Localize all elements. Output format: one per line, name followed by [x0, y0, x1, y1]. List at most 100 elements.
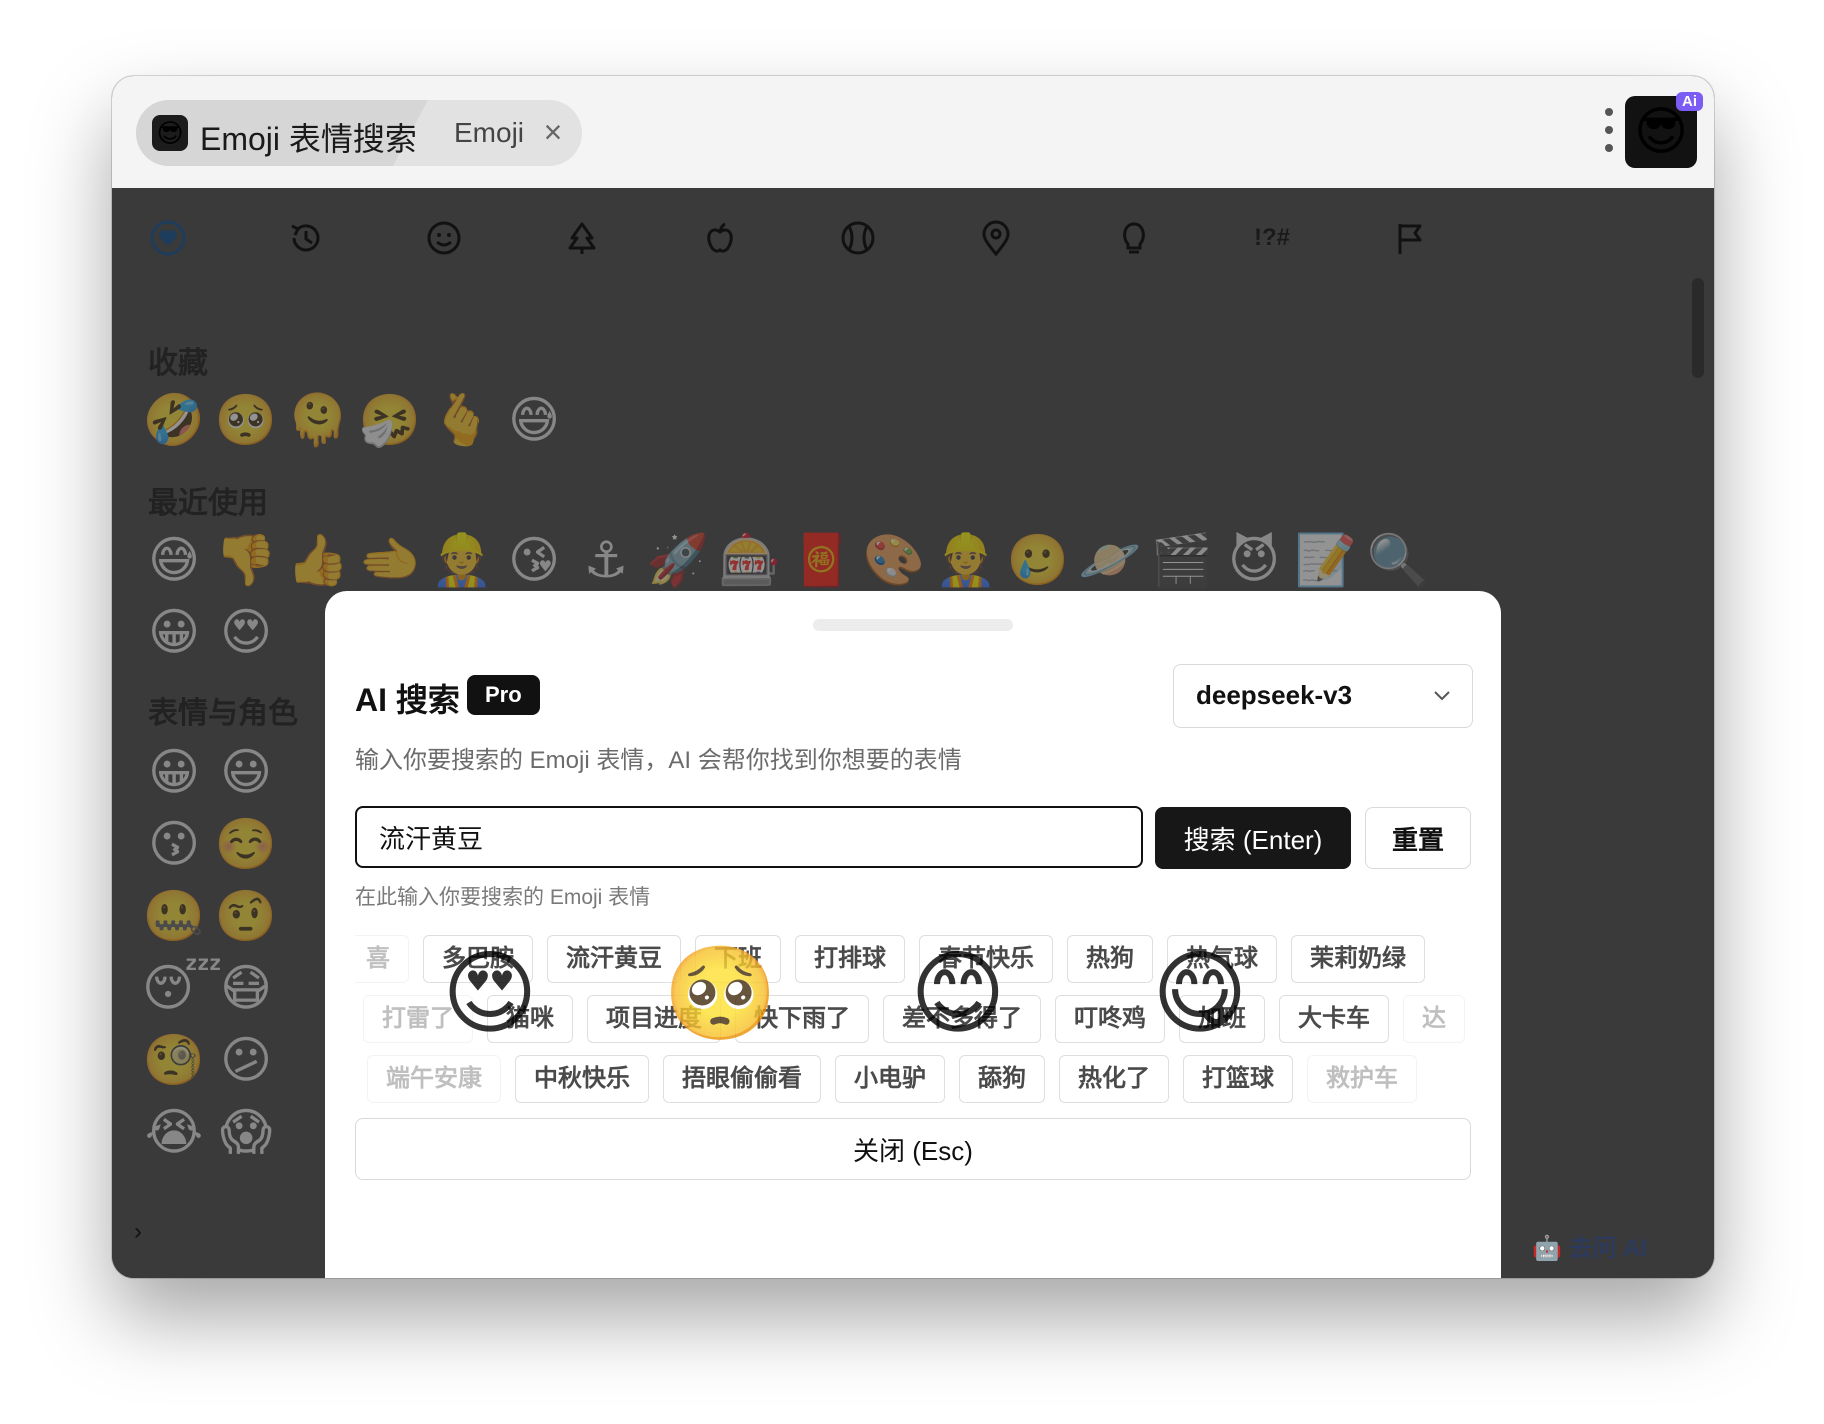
suggestion-tag[interactable]: 小电驴 — [835, 1055, 945, 1103]
floating-emoji: 😋 — [1152, 943, 1248, 1045]
smiley-emoji[interactable]: ☺️ — [214, 812, 278, 876]
app-icon: 😎 — [152, 115, 188, 151]
suggestion-tag[interactable]: 流汗黄豆 — [547, 935, 681, 983]
modal-description: 输入你要搜索的 Emoji 表情，AI 会帮你找到你想要的表情 — [355, 747, 962, 774]
drag-handle[interactable] — [813, 619, 1013, 631]
favorite-emoji[interactable]: 🤧 — [358, 388, 422, 452]
pin-icon[interactable] — [972, 214, 1020, 262]
reset-button[interactable]: 重置 — [1365, 807, 1471, 869]
favorite-emoji[interactable]: 🤣 — [142, 388, 206, 452]
symbols-icon[interactable]: !?# — [1248, 214, 1296, 262]
smiley-icon[interactable] — [420, 214, 468, 262]
ask-ai-label: 去问 AI — [1568, 1235, 1648, 1262]
apple-icon[interactable] — [696, 214, 744, 262]
category-bar: !?# — [112, 208, 1714, 268]
favorite-emoji[interactable]: 😅 — [502, 388, 566, 452]
ai-logo[interactable]: 😎 Ai — [1625, 92, 1703, 168]
favorite-emoji[interactable]: 🫰 — [430, 388, 494, 452]
suggestion-tag[interactable]: 热化了 — [1059, 1055, 1169, 1103]
suggestion-tag[interactable]: 喜 — [355, 935, 409, 983]
recent-emoji[interactable]: 🥲 — [1006, 528, 1070, 592]
more-options-icon[interactable] — [1602, 108, 1616, 152]
search-button[interactable]: 搜索 (Enter) — [1155, 807, 1351, 869]
recent-emoji[interactable]: 😀 — [142, 600, 206, 664]
flag-icon[interactable] — [1386, 214, 1434, 262]
chevron-right-icon[interactable]: › — [134, 1218, 142, 1246]
recent-emoji[interactable]: 😅 — [142, 528, 206, 592]
ask-ai-button[interactable]: 🤖 去问 AI — [1532, 1228, 1647, 1263]
section-smileys: 表情与角色 — [148, 697, 298, 730]
smiley-emoji[interactable]: 😭 — [142, 1100, 206, 1164]
tab-title[interactable]: Emoji 表情搜索 — [200, 114, 417, 160]
model-select-value: deepseek-v3 — [1196, 680, 1353, 710]
smiley-emoji[interactable]: 😱 — [214, 1100, 278, 1164]
smiley-emoji[interactable]: 🤨 — [214, 884, 278, 948]
smiley-emoji[interactable]: 😷 — [214, 956, 278, 1020]
app-window: 😎 Emoji 表情搜索 Emoji × 😎 Ai !?# 收藏 🤣 🥺 🫠 🤧… — [112, 76, 1714, 1278]
scrollbar[interactable] — [1692, 278, 1704, 378]
recent-emoji[interactable]: 😍 — [214, 600, 278, 664]
recent-emoji[interactable]: 🎨 — [862, 528, 926, 592]
close-button[interactable]: 关闭 (Esc) — [355, 1118, 1471, 1180]
chevron-down-icon — [1434, 691, 1450, 701]
title-bar: 😎 Emoji 表情搜索 Emoji × 😎 Ai — [112, 76, 1714, 189]
section-recent: 最近使用 — [148, 487, 268, 520]
recent-emoji[interactable]: 🎬 — [1150, 528, 1214, 592]
suggestion-tag[interactable]: 茉莉奶绿 — [1291, 935, 1425, 983]
suggestion-tag[interactable]: 热狗 — [1067, 935, 1153, 983]
recent-emoji[interactable]: 🫲 — [358, 528, 422, 592]
recent-emoji[interactable]: 👎 — [214, 528, 278, 592]
favorite-emoji[interactable]: 🥺 — [214, 388, 278, 452]
recent-emoji[interactable]: 👍 — [286, 528, 350, 592]
recent-emoji[interactable]: 🧧 — [790, 528, 854, 592]
suggestion-tag[interactable]: 达 — [1403, 995, 1465, 1043]
recent-emoji[interactable]: 🚀 — [646, 528, 710, 592]
smiley-emoji[interactable]: 🧐 — [142, 1028, 206, 1092]
tree-icon[interactable] — [558, 214, 606, 262]
recent-emoji[interactable]: 🎰 — [718, 528, 782, 592]
history-icon[interactable] — [282, 214, 330, 262]
favorite-emoji[interactable]: 🫠 — [286, 388, 350, 452]
smiley-emoji[interactable]: 😃 — [214, 740, 278, 804]
suggestion-tag[interactable]: 大卡车 — [1279, 995, 1389, 1043]
recent-emoji[interactable]: 😘 — [502, 528, 566, 592]
ai-search-modal: AI 搜索 Pro deepseek-v3 输入你要搜索的 Emoji 表情，A… — [325, 591, 1501, 1278]
recent-emoji[interactable]: 🔍 — [1366, 528, 1430, 592]
suggestion-tag[interactable]: 舔狗 — [959, 1055, 1045, 1103]
smiley-emoji[interactable]: 🤐 — [142, 884, 206, 948]
recent-emoji[interactable]: 🪐 — [1078, 528, 1142, 592]
floating-emoji: 😊 — [910, 943, 1006, 1045]
suggestion-tag[interactable]: 端午安康 — [367, 1055, 501, 1103]
smiley-emoji[interactable]: 😀 — [142, 740, 206, 804]
heart-icon[interactable] — [144, 214, 192, 262]
smiley-emoji[interactable]: 😗 — [142, 812, 206, 876]
modal-title: AI 搜索 — [355, 682, 460, 718]
smiley-emoji[interactable]: 😕 — [214, 1028, 278, 1092]
pro-badge: Pro — [467, 675, 540, 715]
suggestion-tag[interactable]: 打排球 — [795, 935, 905, 983]
robot-icon: 🤖 — [1532, 1235, 1562, 1262]
tab-strip: 😎 Emoji 表情搜索 Emoji × — [136, 100, 582, 166]
tab-emoji[interactable]: Emoji — [454, 117, 524, 149]
bulb-icon[interactable] — [1110, 214, 1158, 262]
section-favorites: 收藏 — [148, 347, 208, 380]
smiley-emoji[interactable]: 😴 — [142, 956, 222, 1020]
recent-emoji[interactable]: 👷 — [934, 528, 998, 592]
input-hint: 在此输入你要搜索的 Emoji 表情 — [355, 886, 651, 909]
suggestion-tag[interactable]: 打篮球 — [1183, 1055, 1293, 1103]
recent-emoji[interactable]: ⚓ — [574, 528, 638, 592]
suggestion-tag[interactable]: 捂眼偷偷看 — [663, 1055, 821, 1103]
ai-badge: Ai — [1676, 92, 1703, 111]
search-input[interactable] — [355, 806, 1143, 868]
model-select[interactable]: deepseek-v3 — [1173, 664, 1473, 728]
ball-icon[interactable] — [834, 214, 882, 262]
floating-emoji: 😍 — [442, 943, 538, 1045]
sunglasses-logo-icon: 😎 — [1633, 103, 1689, 161]
suggestion-tag[interactable]: 中秋快乐 — [515, 1055, 649, 1103]
recent-emoji[interactable]: 📝 — [1294, 528, 1358, 592]
recent-emoji[interactable]: 😈 — [1222, 528, 1286, 592]
recent-emoji[interactable]: 👷 — [430, 528, 494, 592]
suggestion-tag[interactable]: 救护车 — [1307, 1055, 1417, 1103]
floating-emoji: 🥺 — [663, 943, 778, 1045]
close-icon[interactable]: × — [538, 116, 568, 148]
